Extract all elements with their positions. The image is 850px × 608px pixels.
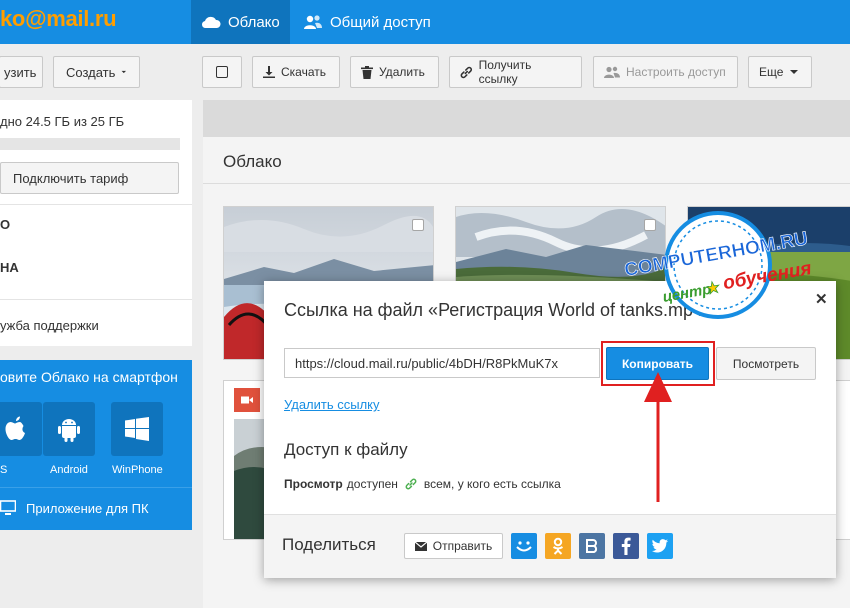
divider — [0, 487, 192, 488]
monitor-icon — [0, 500, 16, 515]
upload-label: узить — [4, 64, 37, 80]
upload-button[interactable]: узить — [0, 56, 43, 88]
watermark-logo: COMPUTERHOM.RU центр ★ обучения — [623, 211, 813, 319]
view-file-button[interactable]: Посмотреть — [716, 347, 816, 380]
get-link-button[interactable]: Получить ссылку — [449, 56, 582, 88]
public-link-input[interactable] — [284, 348, 600, 378]
envelope-icon — [414, 541, 427, 551]
facebook-share-icon[interactable] — [613, 533, 639, 559]
download-icon — [263, 66, 275, 78]
access-mode[interactable]: Просмотр — [284, 477, 343, 491]
access-who: всем, у кого есть ссылка — [423, 477, 561, 491]
share-label: Поделиться — [282, 535, 376, 554]
users-icon — [604, 66, 620, 78]
divider — [0, 204, 192, 205]
file-access-heading: Доступ к файлу — [284, 440, 408, 459]
divider — [203, 183, 850, 184]
windows-icon — [125, 417, 149, 441]
pc-app-link[interactable]: Приложение для ПК — [0, 500, 149, 516]
configure-access-label: Настроить доступ — [626, 65, 726, 79]
configure-access-button[interactable]: Настроить доступ — [593, 56, 738, 88]
promo-title: овите Облако на смартфон — [0, 369, 178, 385]
breadcrumb[interactable]: Облако — [223, 152, 282, 172]
caret-down-icon — [790, 70, 799, 74]
download-button[interactable]: Скачать — [252, 56, 340, 88]
delete-button[interactable]: Удалить — [350, 56, 439, 88]
trash-icon — [361, 65, 373, 79]
checkbox-icon — [216, 66, 228, 78]
android-label: Android — [50, 464, 88, 476]
file-checkbox[interactable] — [412, 219, 424, 231]
link-icon — [405, 478, 417, 490]
annotation-arrow — [644, 372, 672, 502]
delete-link[interactable]: Удалить ссылку — [284, 397, 380, 412]
tab-cloud-label: Облако — [228, 13, 280, 31]
tariff-label: Подключить тариф — [13, 170, 129, 186]
view-label: Посмотреть — [732, 356, 800, 371]
top-header: ko@mail.ru Облако Общий доступ — [0, 0, 850, 44]
twitter-share-icon[interactable] — [647, 533, 673, 559]
sidebar-item-support[interactable]: ужба поддержки — [0, 318, 99, 333]
caret-down-icon — [121, 70, 127, 74]
download-label: Скачать — [281, 65, 326, 79]
delete-label: Удалить — [379, 65, 425, 79]
android-app-tile[interactable] — [43, 402, 95, 456]
tab-shared-access[interactable]: Общий доступ — [293, 0, 441, 44]
mymail-share-icon[interactable] — [511, 533, 537, 559]
storage-usage-text: дно 24.5 ГБ из 25 ГБ — [0, 114, 125, 129]
storage-panel — [0, 100, 192, 346]
video-camera-icon — [234, 388, 260, 412]
apple-icon — [5, 416, 25, 440]
access-available: доступен — [346, 477, 398, 491]
winphone-label: WinPhone — [112, 464, 163, 476]
tab-shared-label: Общий доступ — [330, 13, 431, 31]
get-link-label: Получить ссылку — [478, 58, 532, 86]
winphone-app-tile[interactable] — [111, 402, 163, 456]
send-label: Отправить — [432, 539, 493, 553]
sidebar-item-1[interactable]: О — [0, 217, 10, 232]
more-label: Еще — [759, 65, 784, 79]
send-by-email-button[interactable]: Отправить — [404, 533, 503, 559]
link-icon — [460, 66, 472, 78]
ios-app-tile[interactable] — [0, 402, 42, 456]
toolbar-strip — [203, 100, 850, 137]
access-info: Просмотр доступен всем, у кого есть ссыл… — [284, 477, 561, 491]
file-thumbnail[interactable] — [835, 380, 850, 540]
odnoklassniki-share-icon[interactable] — [545, 533, 571, 559]
select-all-checkbox-button[interactable] — [202, 56, 242, 88]
tab-cloud[interactable]: Облако — [191, 0, 290, 44]
create-label: Создать — [66, 64, 116, 80]
ios-label: S — [0, 464, 8, 476]
more-button[interactable]: Еще — [748, 56, 812, 88]
copy-label: Копировать — [621, 356, 694, 371]
sidebar-item-2[interactable]: НА — [0, 260, 19, 275]
users-icon — [304, 15, 322, 29]
cloud-icon — [201, 16, 221, 29]
pc-app-label: Приложение для ПК — [26, 500, 149, 516]
create-button[interactable]: Создать — [53, 56, 140, 88]
mail-logo[interactable]: ko@mail.ru — [0, 6, 117, 32]
divider — [0, 299, 192, 300]
android-icon — [58, 419, 80, 442]
vkontakte-share-icon[interactable] — [579, 533, 605, 559]
connect-tariff-button[interactable]: Подключить тариф — [0, 162, 179, 194]
storage-progress-bar — [0, 138, 180, 150]
